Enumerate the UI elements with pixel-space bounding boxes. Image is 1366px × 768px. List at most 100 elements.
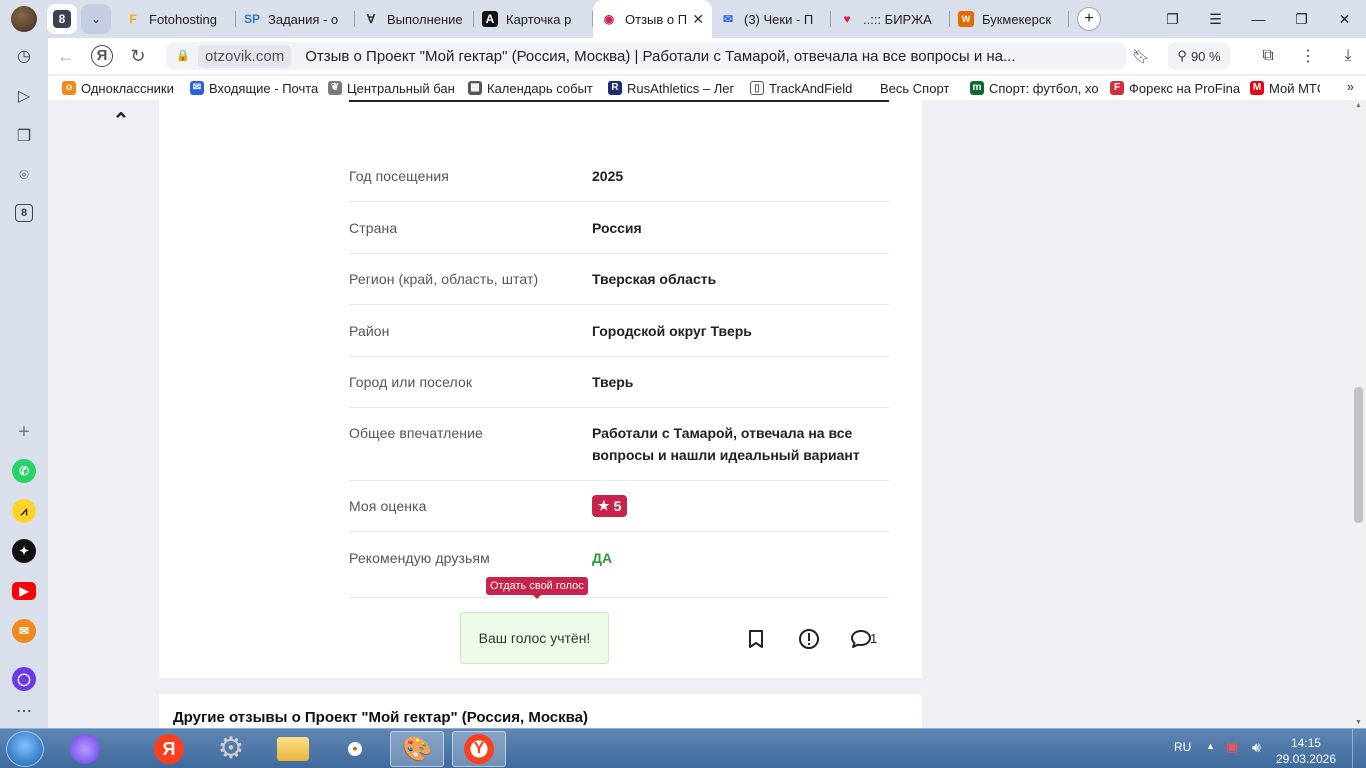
other-reviews-card: Другие отзывы о Проект "Мой гектар" (Рос… xyxy=(159,694,922,728)
tab-counter-button[interactable]: 8 xyxy=(47,4,77,34)
bookmark-icon[interactable] xyxy=(744,627,768,651)
row-value: ★ 5 xyxy=(592,494,882,517)
tab-zadaniya[interactable]: SP Задания - о xyxy=(236,0,355,38)
collections-icon[interactable]: ❐ xyxy=(12,124,36,148)
collections-icon[interactable]: ❐ xyxy=(1151,11,1194,28)
close-window-icon[interactable]: ✕ xyxy=(1323,11,1366,28)
new-tab-plus-icon[interactable]: + xyxy=(1077,7,1101,31)
sport-icon: m xyxy=(970,81,984,95)
mail-envelope-icon[interactable]: ✉ xyxy=(12,619,36,643)
tab-count: 8 xyxy=(53,10,71,28)
bookmark-central-bank[interactable]: ❦ Центральный бан xyxy=(328,81,458,96)
bookmark-inbox-mail[interactable]: ✉ Входящие - Почта xyxy=(190,81,318,96)
tab-kartochka[interactable]: A Карточка р xyxy=(474,0,593,38)
tray-app-icon[interactable]: ▣ xyxy=(1226,739,1238,755)
yandex-taskbar-icon[interactable]: Я xyxy=(142,731,196,767)
scroll-up-arrow-icon[interactable]: ▲ xyxy=(1351,102,1366,109)
report-icon[interactable] xyxy=(797,627,821,651)
more-horizontal-icon[interactable]: ⋯ xyxy=(12,699,36,723)
zoom-indicator[interactable]: ⚲ 90 % xyxy=(1168,42,1230,70)
yandex-home-icon[interactable]: Я xyxy=(91,45,113,67)
divider xyxy=(349,100,889,102)
url-field[interactable]: 🔒 otzovik.com Отзыв о Проект "Мой гектар… xyxy=(166,42,1126,70)
bookmark-moy-mts[interactable]: ММой МТС xyxy=(1250,81,1320,96)
comment-count: 1 xyxy=(870,631,878,646)
profile-avatar[interactable] xyxy=(11,6,37,32)
close-tab-icon[interactable]: ✕ xyxy=(692,11,704,28)
tab-counter-icon[interactable]: 8 xyxy=(15,204,33,222)
alice-icon[interactable]: ◯ xyxy=(12,667,36,691)
screenshot-camera-icon[interactable]: ⌾ xyxy=(12,164,36,188)
tab-otzyv-active[interactable]: ◉ Отзыв о П ✕ xyxy=(593,0,712,38)
row-label: Рекомендую друзьям xyxy=(349,550,490,566)
bookmarks-bar: о Одноклассники ✉ Входящие - Почта ❦ Центра… xyxy=(48,76,1366,100)
show-desktop-button[interactable] xyxy=(1352,729,1366,768)
bookmark-odnoklassniki[interactable]: о Одноклассники xyxy=(62,81,180,96)
yandex-money-icon[interactable]: ⩘ xyxy=(12,499,36,523)
reload-icon[interactable]: ↻ xyxy=(120,46,156,67)
alice-taskbar-icon[interactable] xyxy=(58,731,112,767)
minimize-icon[interactable]: — xyxy=(1237,11,1280,27)
bookmark-trackandfield[interactable]: ▯ TrackAndField xyxy=(750,81,870,96)
browser-sidebar: ◷ ▷ ❐ ⌾ 8 + ✆ ⩘ ✦ ▶ ✉ ◯ ⋯ xyxy=(0,38,48,728)
recommend-value: ДА xyxy=(592,550,613,566)
bookmaker-favicon-icon: W xyxy=(958,11,974,27)
bookmark-sport-football[interactable]: m Спорт: футбол, хо xyxy=(970,81,1100,96)
volume-icon[interactable]: 🔊︎ xyxy=(1252,739,1261,756)
whatsapp-icon[interactable]: ✆ xyxy=(12,459,36,483)
tab-bukmeker[interactable]: W Букмекерск xyxy=(950,0,1069,38)
chrome-taskbar-icon[interactable] xyxy=(328,731,382,767)
paint-taskbar-icon[interactable]: 🎨 xyxy=(390,731,444,767)
add-plus-icon[interactable]: + xyxy=(12,420,36,444)
tab-title: (3) Чеки - П xyxy=(744,11,814,27)
v-favicon-icon: ∀ xyxy=(366,12,376,26)
extensions-icon[interactable]: ⧉ xyxy=(1248,47,1288,65)
clock[interactable]: 14:15 29.03.2026 xyxy=(1276,735,1336,767)
tab-cheki[interactable]: ✉ (3) Чеки - П xyxy=(712,0,831,38)
settings-gear-taskbar-icon[interactable]: ⚙ xyxy=(204,731,258,767)
history-clock-icon[interactable]: ◷ xyxy=(12,44,36,68)
heart-favicon-icon: ♥ xyxy=(843,12,851,26)
tab-title: Выполнение xyxy=(387,11,463,27)
download-icon[interactable]: ⤓ xyxy=(1328,47,1366,65)
back-arrow-icon[interactable]: ← xyxy=(48,46,84,67)
language-indicator[interactable]: RU xyxy=(1174,740,1191,754)
restore-icon[interactable]: ❐ xyxy=(1280,11,1323,28)
other-reviews-heading: Другие отзывы о Проект "Мой гектар" (Рос… xyxy=(173,709,589,726)
bookmark-forex[interactable]: F Форекс на ProFina xyxy=(1110,81,1240,96)
mail-favicon-icon: ✉ xyxy=(722,12,734,26)
tab-list-chevron-icon[interactable]: ⌄ xyxy=(81,4,111,34)
bookmark-ves-sport[interactable]: Весь Спорт xyxy=(880,81,960,96)
menu-icon[interactable]: ☰ xyxy=(1194,11,1237,28)
row-value: Городской округ Тверь xyxy=(592,323,752,339)
tab-fotohosting[interactable]: F Fotohosting xyxy=(117,0,236,38)
compass-icon[interactable]: ✦ xyxy=(12,539,36,563)
review-row-region: Регион (край, область, штат) Тверская об… xyxy=(349,254,889,305)
row-label: Город или поселок xyxy=(349,374,473,390)
url-page-title: Отзыв о Проект "Мой гектар" (Россия, Мос… xyxy=(305,47,1016,65)
fotohosting-favicon-icon: F xyxy=(129,12,137,26)
tab-birzha[interactable]: ♥ ..::: БИРЖА xyxy=(831,0,950,38)
review-row-country: Страна Россия xyxy=(349,202,889,254)
bookmark-flag-icon[interactable]: 🔖︎ xyxy=(1126,48,1156,65)
youtube-icon[interactable]: ▶ xyxy=(12,582,36,600)
scroll-down-arrow-icon[interactable]: ▼ xyxy=(1351,719,1366,726)
page-scrollbar[interactable]: ▲ ▼ xyxy=(1351,100,1366,728)
more-bookmarks-icon[interactable]: » xyxy=(1347,79,1354,94)
bookmark-rusathletics[interactable]: R RusAthletics – Лег xyxy=(608,81,740,96)
start-button[interactable] xyxy=(6,731,44,767)
more-vertical-icon[interactable]: ⋮ xyxy=(1288,46,1328,66)
clock-date: 29.03.2026 xyxy=(1275,752,1336,766)
bookmark-events-calendar[interactable]: ▦ Календарь событ xyxy=(468,81,598,96)
tab-title: Задания - о xyxy=(268,11,339,27)
yandex-browser-taskbar-icon[interactable]: Y xyxy=(452,731,506,767)
eagle-emblem-icon: ❦ xyxy=(328,81,342,95)
play-icon[interactable]: ▷ xyxy=(12,84,36,108)
scroll-thumb[interactable] xyxy=(1354,387,1363,523)
collapse-chevron-up-icon[interactable]: ⌃ xyxy=(108,108,134,133)
folder-taskbar-icon[interactable] xyxy=(266,731,320,767)
tab-vypolnenie[interactable]: ∀ Выполнение xyxy=(355,0,474,38)
tray-expand-icon[interactable]: ▲ xyxy=(1206,741,1215,751)
row-value: 2025 xyxy=(592,168,624,184)
mail-icon: ✉ xyxy=(190,81,204,95)
